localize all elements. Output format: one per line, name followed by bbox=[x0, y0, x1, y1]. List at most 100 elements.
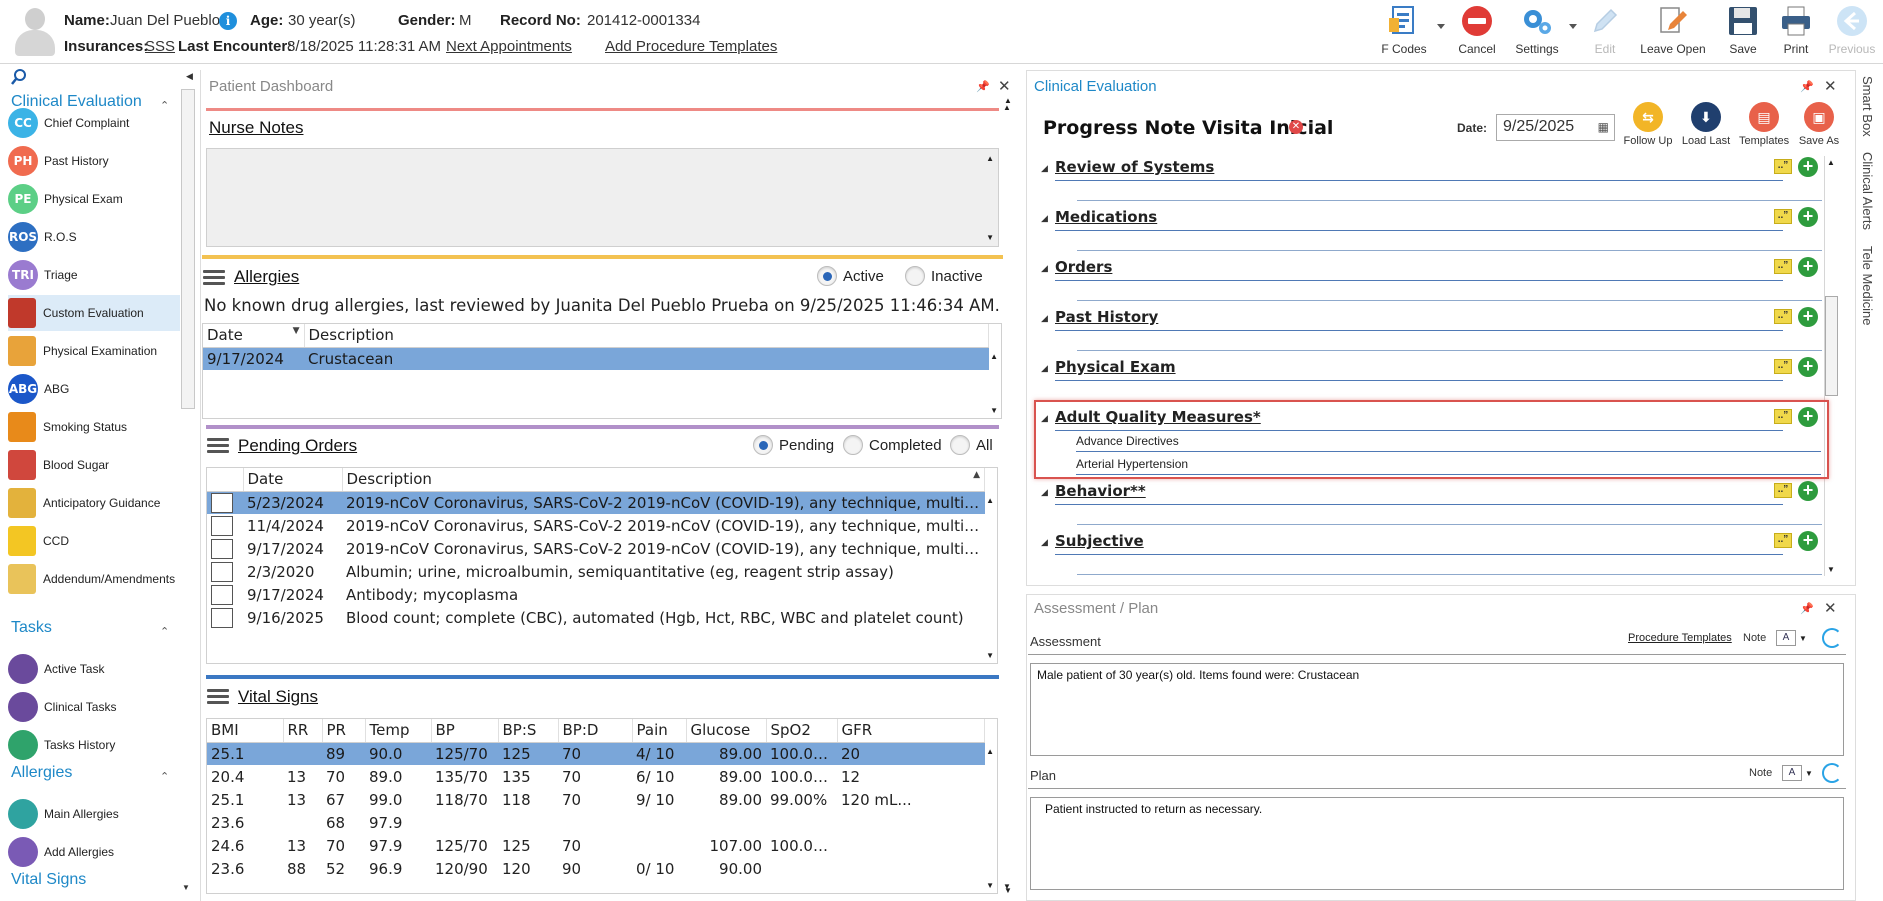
menu-icon[interactable] bbox=[207, 438, 229, 454]
nav-section-vital-signs[interactable]: Vital Signs bbox=[11, 871, 86, 889]
row-checkbox[interactable] bbox=[211, 584, 233, 605]
scroll-down-icon[interactable]: ▼ bbox=[986, 651, 994, 660]
note-format-dropdown[interactable]: A ▼ bbox=[1782, 765, 1813, 781]
procedure-templates-link[interactable]: Procedure Templates bbox=[1628, 632, 1732, 644]
scroll-down-icon[interactable]: ▼ bbox=[990, 406, 998, 415]
table-row[interactable]: 25.1 13 67 99.0 118/70 118 70 9/ 10 89.00 99.00% 1… bbox=[207, 788, 985, 811]
row-checkbox[interactable] bbox=[211, 492, 233, 513]
plan-textarea[interactable]: Patient instructed to return as necessar… bbox=[1030, 797, 1844, 890]
search-icon[interactable] bbox=[10, 68, 28, 89]
date-input[interactable]: 9/25/2025 ▦ bbox=[1496, 114, 1615, 141]
table-row[interactable]: 23.6 68 97.9 bbox=[207, 811, 985, 834]
section-title[interactable]: Review of Systems bbox=[1055, 158, 1214, 176]
settings-button[interactable]: Settings bbox=[1510, 4, 1564, 60]
col-date[interactable]: Date bbox=[243, 468, 343, 492]
collapse-nav-icon[interactable]: ◀ bbox=[186, 71, 193, 82]
remove-note-icon[interactable]: ✕ bbox=[1289, 120, 1303, 134]
fcodes-button[interactable]: F Codes bbox=[1378, 4, 1430, 60]
expand-triangle-icon[interactable]: ◢ bbox=[1041, 363, 1048, 374]
pin-icon[interactable]: 📌 bbox=[976, 80, 990, 93]
nav-item-physical-exam[interactable]: PE Physical Exam bbox=[8, 181, 180, 217]
nav-item-main-allergies[interactable]: Main Allergies bbox=[8, 796, 180, 832]
table-row[interactable]: 25.1 89 90.0 125/70 125 70 4/ 10 89.00 100.00% 20 bbox=[207, 742, 985, 765]
follow-up-button[interactable]: ⇆ Follow Up bbox=[1622, 102, 1674, 147]
nav-item-past-history[interactable]: PH Past History bbox=[8, 143, 180, 179]
nav-item-blood-sugar[interactable]: Blood Sugar bbox=[8, 447, 180, 483]
tab-clinical-alerts[interactable]: Clinical Alerts bbox=[1860, 152, 1875, 230]
col-header[interactable]: GFR bbox=[837, 719, 985, 743]
col-header[interactable]: Temp bbox=[365, 719, 432, 743]
table-row[interactable]: 9/17/2024 Crustacean bbox=[203, 347, 989, 370]
allergies-active-radio[interactable]: Active bbox=[817, 266, 884, 286]
insurance-link[interactable]: SSS bbox=[145, 38, 175, 55]
col-description[interactable]: Description bbox=[304, 324, 989, 348]
quote-icon[interactable]: ..” bbox=[1774, 359, 1792, 374]
expand-triangle-icon[interactable]: ◢ bbox=[1041, 537, 1048, 548]
previous-button[interactable]: Previous bbox=[1826, 4, 1878, 60]
scroll-up-icon[interactable]: ▲ bbox=[990, 352, 998, 361]
nav-item-anticipatory-guidance[interactable]: Anticipatory Guidance bbox=[8, 485, 180, 521]
section-title[interactable]: Adult Quality Measures* bbox=[1055, 408, 1261, 426]
close-icon[interactable]: ✕ bbox=[1824, 599, 1837, 617]
nav-section-allergies[interactable]: Allergies bbox=[11, 764, 72, 782]
add-icon[interactable]: + bbox=[1798, 407, 1818, 427]
left-nav-scrollbar[interactable] bbox=[181, 89, 195, 409]
orders-completed-radio[interactable]: Completed bbox=[843, 435, 942, 455]
col-header[interactable]: Glucose bbox=[686, 719, 767, 743]
add-icon[interactable]: + bbox=[1798, 207, 1818, 227]
col-description[interactable]: Description ▲ bbox=[342, 468, 985, 492]
quote-icon[interactable]: ..” bbox=[1774, 409, 1792, 424]
nav-item-abg[interactable]: ABG ABG bbox=[8, 371, 180, 407]
nav-item-physical-examination[interactable]: Physical Examination bbox=[8, 333, 180, 369]
expand-triangle-icon[interactable]: ◢ bbox=[1041, 163, 1048, 174]
section-title[interactable]: Medications bbox=[1055, 208, 1157, 226]
add-procedure-templates-link[interactable]: Add Procedure Templates bbox=[605, 38, 777, 55]
nav-section-tasks[interactable]: Tasks bbox=[11, 619, 52, 637]
col-header[interactable]: BMI bbox=[207, 719, 284, 743]
refresh-icon[interactable] bbox=[1822, 628, 1842, 648]
load-last-button[interactable]: ⬇ Load Last bbox=[1681, 102, 1731, 147]
scroll-down-icon[interactable]: ▼ bbox=[1003, 882, 1011, 891]
section-title[interactable]: Past History bbox=[1055, 308, 1158, 326]
nav-item-add-allergies[interactable]: Add Allergies bbox=[8, 834, 180, 870]
quote-icon[interactable]: ..” bbox=[1774, 483, 1792, 498]
collapse-caret-icon[interactable]: ⌃ bbox=[160, 770, 169, 783]
save-as-button[interactable]: ▣ Save As bbox=[1796, 102, 1842, 147]
row-checkbox[interactable] bbox=[211, 515, 233, 536]
note-format-dropdown[interactable]: A ▼ bbox=[1776, 630, 1807, 646]
nav-item-triage[interactable]: TRI Triage bbox=[8, 257, 180, 293]
scroll-down-icon[interactable]: ▼ bbox=[1827, 565, 1835, 574]
templates-button[interactable]: ▤ Templates bbox=[1739, 102, 1789, 147]
nav-item-r-o-s[interactable]: ROS R.O.S bbox=[8, 219, 180, 255]
add-icon[interactable]: + bbox=[1798, 531, 1818, 551]
col-header[interactable]: BP:S bbox=[498, 719, 559, 743]
col-header[interactable]: BP:D bbox=[558, 719, 633, 743]
expand-triangle-icon[interactable]: ◢ bbox=[1041, 313, 1048, 324]
leave-open-button[interactable]: Leave Open bbox=[1640, 4, 1706, 60]
menu-icon[interactable] bbox=[203, 270, 225, 286]
table-row[interactable]: 9/17/2024 2019-nCoV Coronavirus, SARS-CoV… bbox=[207, 537, 985, 560]
nav-item-tasks-history[interactable]: Tasks History bbox=[8, 727, 180, 763]
table-row[interactable]: 5/23/2024 2019-nCoV Coronavirus, SARS-CoV… bbox=[207, 491, 985, 514]
quote-icon[interactable]: ..” bbox=[1774, 309, 1792, 324]
nav-item-clinical-tasks[interactable]: Clinical Tasks bbox=[8, 689, 180, 725]
scroll-up-icon[interactable]: ▲ bbox=[1827, 158, 1835, 167]
allergies-inactive-radio[interactable]: Inactive bbox=[905, 266, 983, 286]
expand-triangle-icon[interactable]: ◢ bbox=[1041, 487, 1048, 498]
add-icon[interactable]: + bbox=[1798, 481, 1818, 501]
settings-dropdown-icon[interactable] bbox=[1569, 24, 1577, 29]
nav-item-ccd[interactable]: CCD bbox=[8, 523, 180, 559]
row-checkbox[interactable] bbox=[211, 607, 233, 628]
print-button[interactable]: Print bbox=[1778, 4, 1814, 60]
pin-icon[interactable]: 📌 bbox=[1800, 602, 1814, 615]
table-row[interactable]: 23.6 88 52 96.9 120/90 120 90 0/ 10 90.00 bbox=[207, 857, 985, 880]
clinical-eval-scrollbar[interactable]: ▲ ▼ bbox=[1824, 156, 1838, 576]
orders-all-radio[interactable]: All bbox=[950, 435, 993, 455]
next-appointments-link[interactable]: Next Appointments bbox=[446, 38, 572, 55]
refresh-icon[interactable] bbox=[1822, 763, 1842, 783]
table-row[interactable]: 2/3/2020 Albumin; urine, microalbumin, se… bbox=[207, 560, 985, 583]
row-checkbox[interactable] bbox=[211, 561, 233, 582]
col-header[interactable]: SpO2 bbox=[766, 719, 838, 743]
section-title[interactable]: Subjective bbox=[1055, 532, 1144, 550]
table-row[interactable]: 24.6 13 70 97.9 125/70 125 70 107.00 100.00% bbox=[207, 834, 985, 857]
